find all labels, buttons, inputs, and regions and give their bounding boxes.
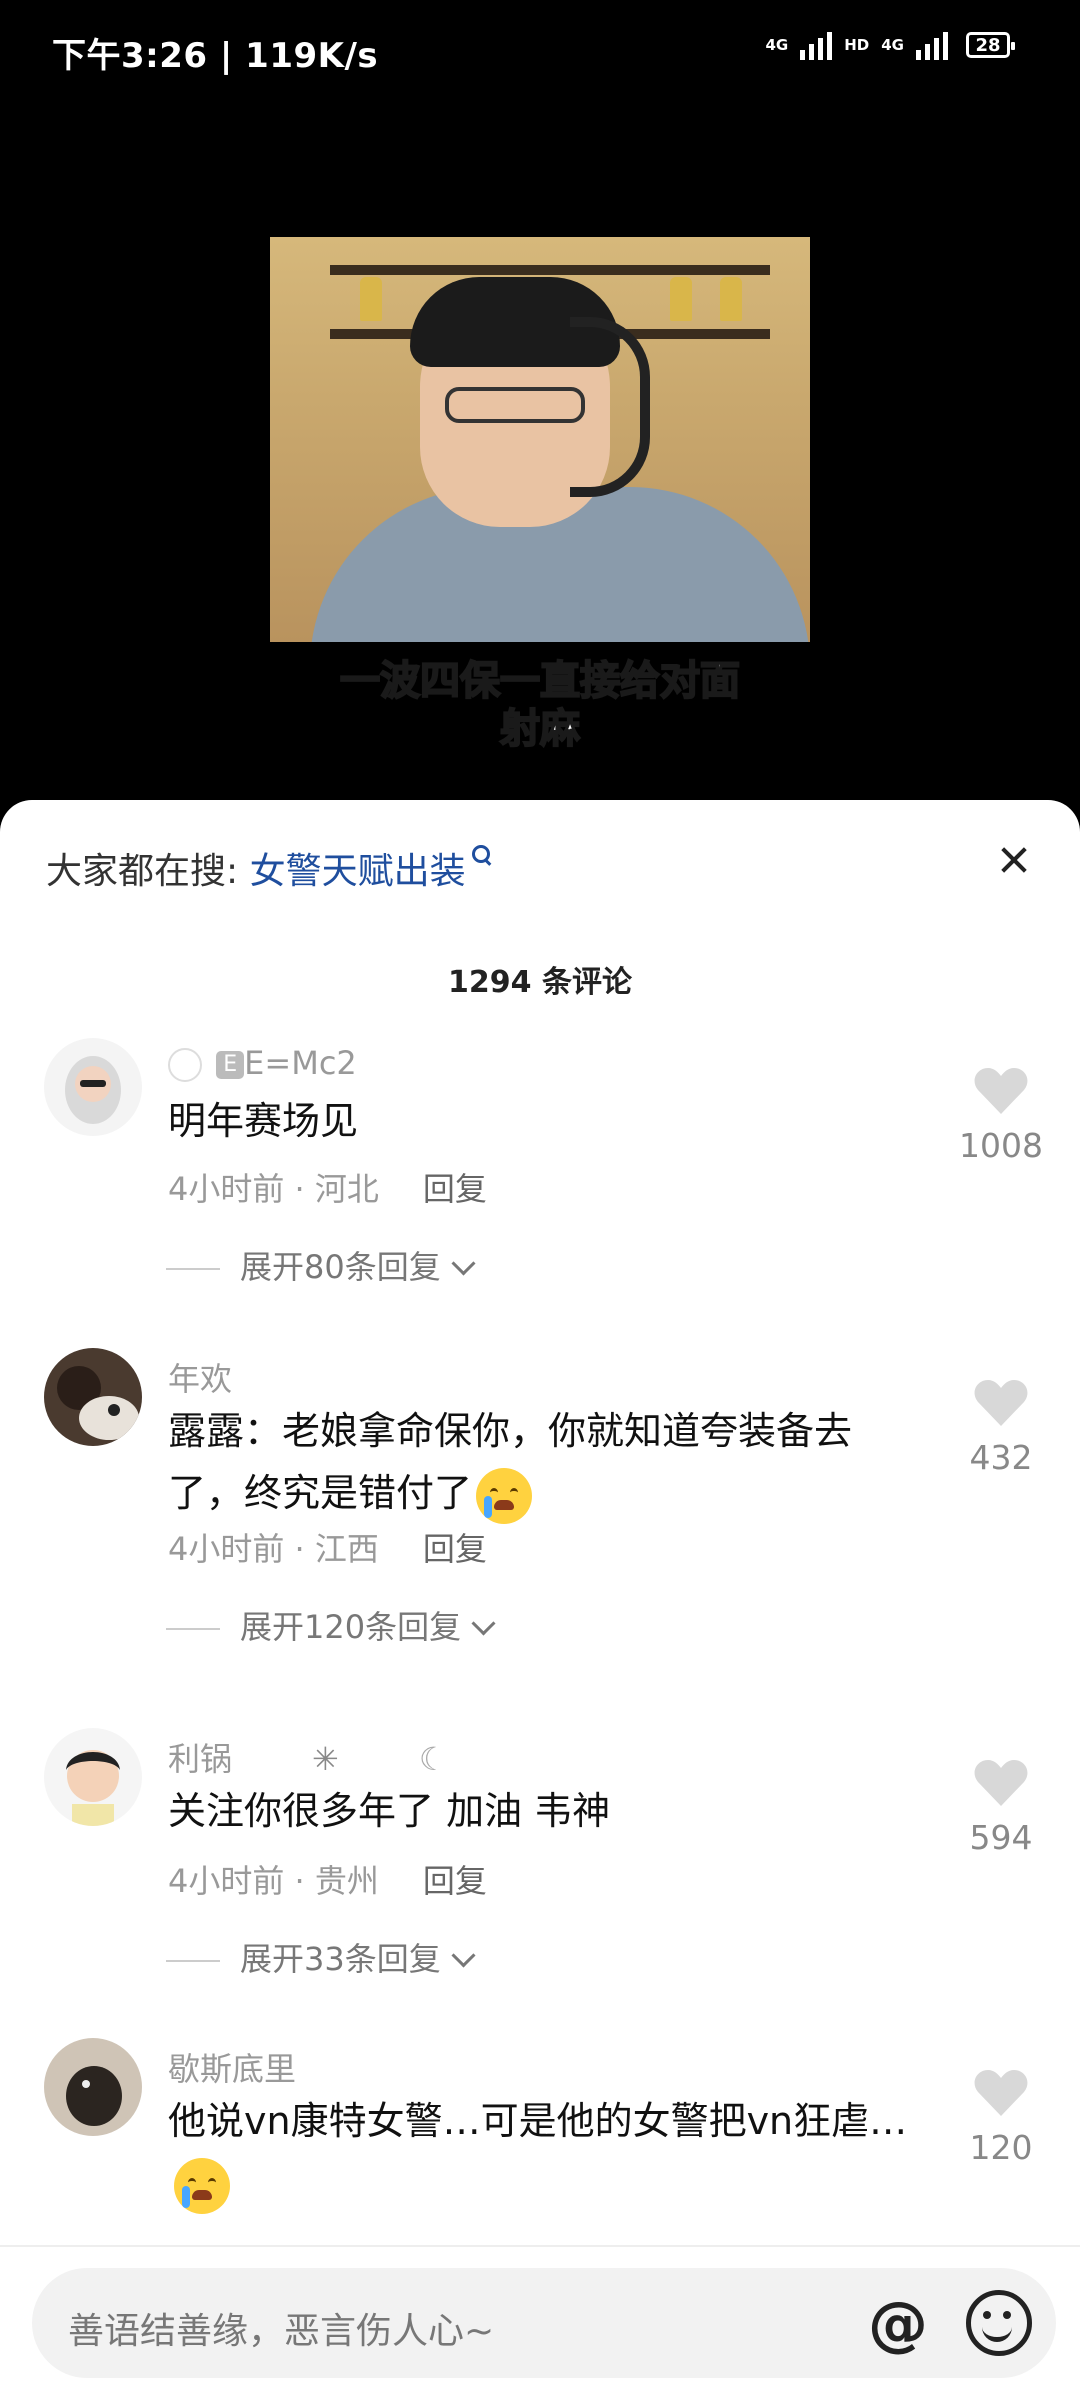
moon-icon: ☾ [418,1740,448,1778]
like-button[interactable]: 120 [946,2068,1056,2167]
signal-bars-icon [800,30,833,60]
signal-label-2: 4G [881,36,904,54]
battery-icon: 28 [966,32,1015,58]
heart-icon [974,1068,1028,1114]
expand-replies-label: 展开33条回复 [240,1940,441,1978]
search-icon [471,845,490,863]
comment-input[interactable]: 善语结善缘，恶言伤人心~ @ [32,2268,1056,2378]
reply-button[interactable]: 回复 [423,1530,487,1568]
video-frame[interactable] [270,237,810,642]
chevron-down-icon [471,1611,496,1636]
comment-text-body: 他说vn康特女警…可是他的女警把vn狂虐… [168,2099,908,2143]
like-button[interactable]: 1008 [946,1066,1056,1165]
battery-level: 28 [975,34,1001,56]
like-button[interactable]: 594 [946,1758,1056,1857]
avatar[interactable] [44,1728,142,1826]
expand-replies-button[interactable]: 展开120条回复 [168,1602,496,1648]
close-button[interactable] [984,830,1044,890]
username[interactable]: 利锅 ✳ ☾ [168,1734,448,1780]
heart-icon [974,1380,1028,1426]
signal-label-1: 4G [765,36,789,54]
comment-time: 4小时前 [168,1862,285,1900]
glasses [445,387,585,423]
status-time: 下午3:26 | 119K/s [52,36,379,76]
like-button[interactable]: 432 [946,1378,1056,1477]
laugh-cry-emoji-icon [174,2157,230,2214]
comment-time: 4小时前 [168,1170,285,1208]
comment-text[interactable]: 明年赛场见 [168,1090,908,1152]
headset [570,317,650,497]
signal-bars-icon-2 [916,30,948,60]
mention-icon[interactable]: @ [868,2294,928,2354]
username-text: E=Mc2 [244,1044,357,1082]
username[interactable]: 年欢 [168,1354,232,1400]
input-divider [0,2245,1080,2247]
badge-icon [168,1048,202,1082]
expand-replies-button[interactable]: 展开33条回复 [168,1934,476,1980]
comment-location: 贵州 [314,1862,379,1900]
trophy-image [360,277,382,321]
comment-meta: 4小时前 · 河北 回复 [168,1170,487,1208]
chevron-down-icon [451,1251,476,1276]
video-subtitle-line2: 射麻 [499,705,581,753]
search-term-link[interactable]: 女警天赋出装 [250,851,466,892]
hd-label: HD [844,36,870,54]
avatar[interactable] [44,2038,142,2136]
expand-replies-label: 展开120条回复 [240,1608,462,1646]
trending-search[interactable]: 大家都在搜: 女警天赋出装 [46,842,490,894]
trophy-image [720,277,742,321]
comment-count: 1294 条评论 [448,965,632,1000]
heart-icon [974,2070,1028,2116]
chevron-down-icon [451,1943,476,1968]
comment-text[interactable]: 露露：老娘拿命保你，你就知道夸装备去了，终究是错付了 [168,1400,908,1524]
level-badge-icon: E [216,1051,245,1079]
status-icons: 4G HD 4G 28 [765,30,1015,60]
comment-text[interactable]: 关注你很多年了 加油 韦神 [168,1780,908,1842]
comment-location: 河北 [314,1170,379,1208]
comment-meta: 4小时前 · 江西 回复 [168,1530,487,1568]
avatar[interactable] [44,1038,142,1136]
spider-icon: ✳ [312,1740,339,1778]
emoji-icon[interactable] [966,2290,1032,2356]
like-count: 594 [969,1818,1033,1857]
search-prefix: 大家都在搜: [46,851,239,892]
status-bar: 下午3:26 | 119K/s 4G HD 4G 28 [0,0,1080,100]
comment-input-placeholder: 善语结善缘，恶言伤人心~ [68,2311,495,2352]
comment-location: 江西 [314,1530,379,1568]
expand-replies-label: 展开80条回复 [240,1248,441,1286]
like-count: 432 [969,1438,1033,1477]
like-count: 1008 [959,1126,1043,1165]
avatar[interactable] [44,1348,142,1446]
shelf [330,265,770,275]
username[interactable]: E E=Mc2 [168,1044,357,1082]
comment-time: 4小时前 [168,1530,285,1568]
reply-button[interactable]: 回复 [423,1170,487,1208]
like-count: 120 [969,2128,1033,2167]
heart-icon [974,1760,1028,1806]
expand-replies-button[interactable]: 展开80条回复 [168,1242,476,1288]
username[interactable]: 歇斯底里 [168,2044,296,2090]
username-text: 利锅 [168,1740,233,1778]
reply-button[interactable]: 回复 [423,1862,487,1900]
comment-sheet: 大家都在搜: 女警天赋出装 1294 条评论 E E=Mc2 明年赛场见 4小时前… [0,800,1080,2400]
comment-meta: 4小时前 · 贵州 回复 [168,1862,487,1900]
trophy-image [670,277,692,321]
comment-text[interactable]: 他说vn康特女警…可是他的女警把vn狂虐… [168,2090,908,2214]
crying-emoji-icon [476,1467,533,1524]
